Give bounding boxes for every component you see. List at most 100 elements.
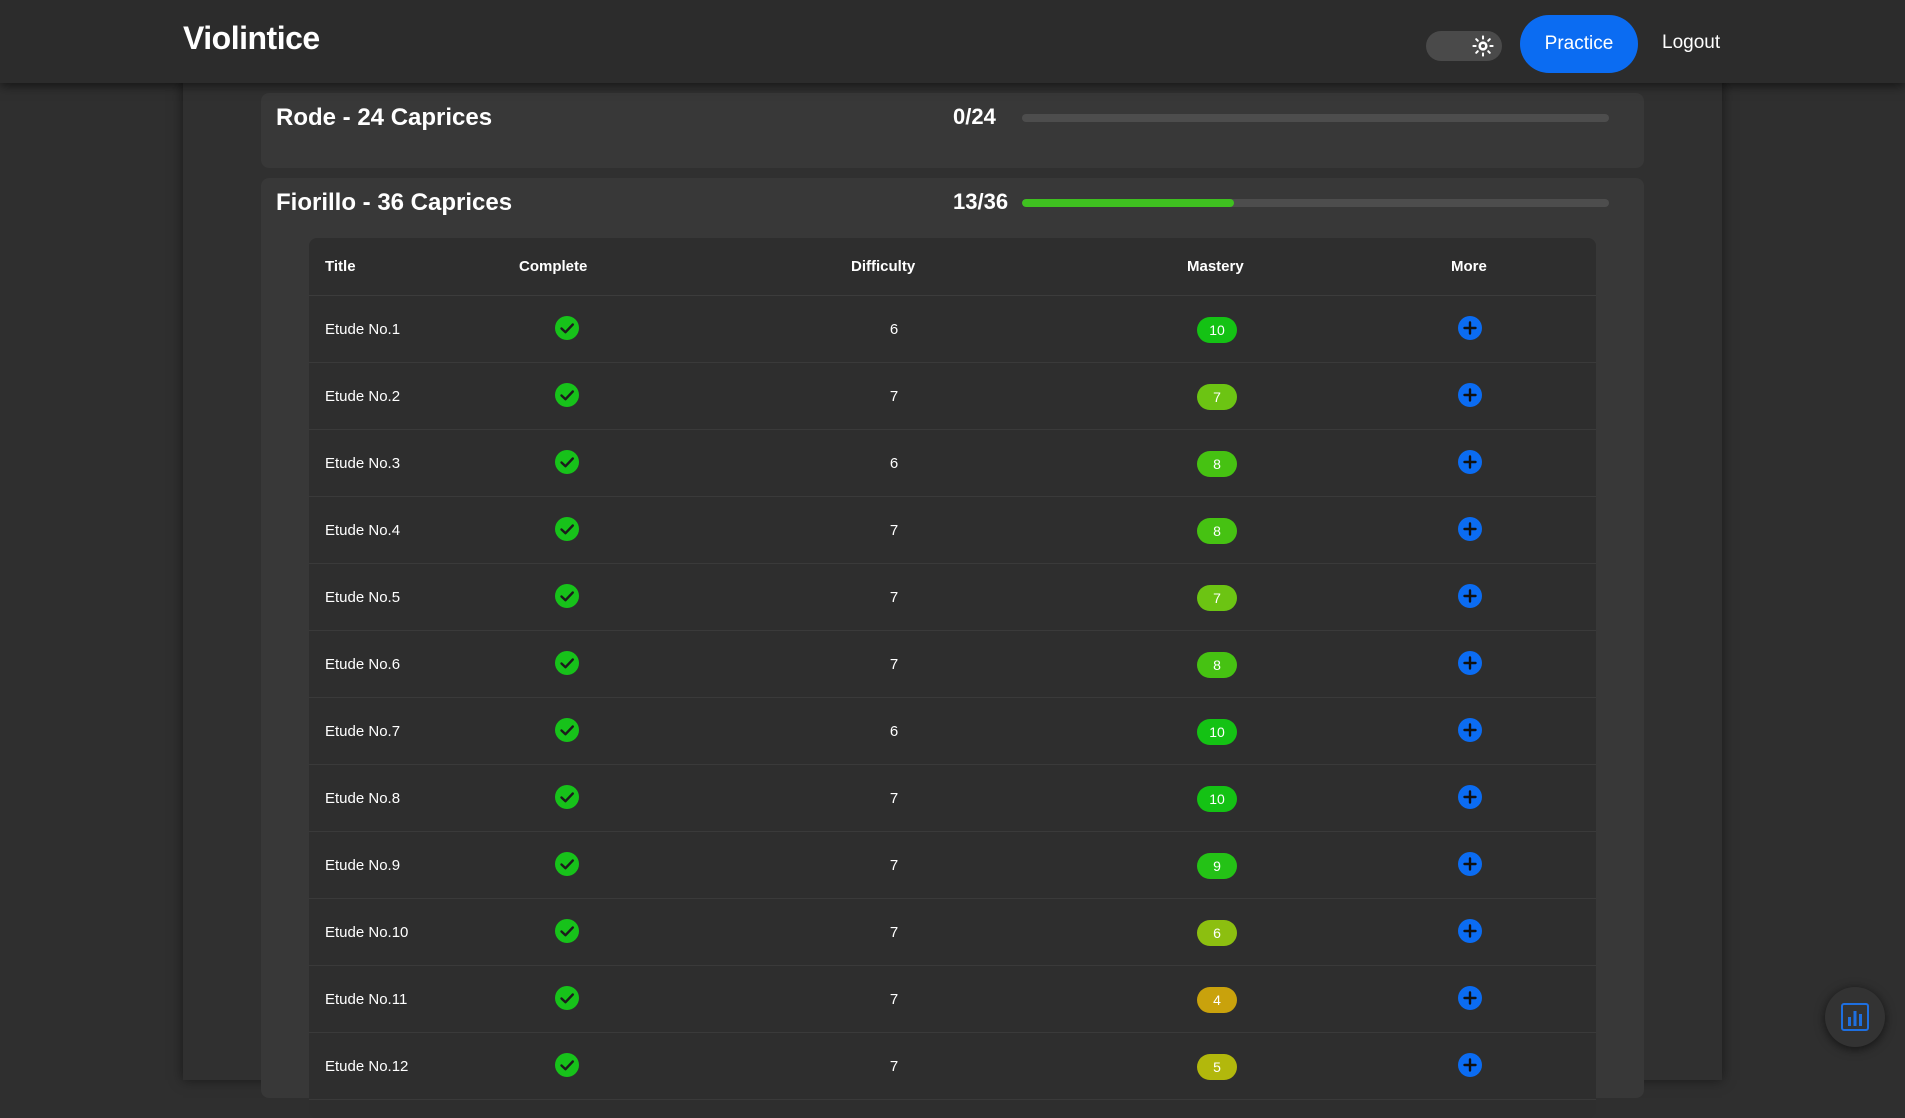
- plus-circle-icon[interactable]: [1457, 1052, 1483, 1078]
- mastery-cell: 9: [1196, 832, 1238, 899]
- table-row[interactable]: Etude No.8 7 10: [309, 765, 1596, 832]
- complete-cell: [552, 497, 582, 564]
- check-circle-icon: [555, 650, 579, 675]
- plus-circle-icon[interactable]: [1457, 449, 1483, 475]
- complete-cell: [552, 564, 582, 631]
- check-circle-icon: [555, 516, 579, 541]
- table-row[interactable]: Etude No.3 6 8: [309, 430, 1596, 497]
- difficulty-value: 7: [889, 857, 899, 874]
- check-circle-icon: [555, 315, 579, 340]
- mastery-badge: 10: [1197, 718, 1237, 745]
- difficulty-value: 7: [889, 1058, 899, 1075]
- more-cell: [1455, 296, 1485, 363]
- difficulty-value: 7: [889, 790, 899, 807]
- top-navbar: Violintice Practice Logout: [0, 0, 1905, 83]
- mastery-badge: 8: [1197, 651, 1237, 678]
- practice-button[interactable]: Practice: [1520, 15, 1638, 73]
- table-row[interactable]: Etude No.7 6 10: [309, 698, 1596, 765]
- etude-title: Etude No.1: [325, 321, 401, 338]
- course-card-rode[interactable]: Rode - 24 Caprices 0/24: [261, 93, 1644, 168]
- complete-cell: [552, 363, 582, 430]
- etude-title: Etude No.3: [325, 455, 401, 472]
- course-progress-bar: [1022, 114, 1609, 122]
- mastery-badge: 8: [1197, 517, 1237, 544]
- complete-cell: [552, 765, 582, 832]
- course-card-fiorillo[interactable]: Fiorillo - 36 Caprices 13/36 Title Compl…: [261, 178, 1644, 1118]
- difficulty-value: 7: [889, 388, 899, 405]
- table-row[interactable]: Etude No.12 7 5: [309, 1033, 1596, 1100]
- mastery-badge: 8: [1197, 450, 1237, 477]
- etude-title: Etude No.5: [325, 589, 401, 606]
- bar-chart-icon: [1841, 1003, 1869, 1031]
- more-cell: [1455, 631, 1485, 698]
- check-circle-icon: [555, 583, 579, 608]
- etude-title: Etude No.7: [325, 723, 401, 740]
- check-circle-icon: [555, 449, 579, 474]
- check-circle-icon: [555, 784, 579, 809]
- more-cell: [1455, 430, 1485, 497]
- difficulty-value: 7: [889, 991, 899, 1008]
- difficulty-value: 7: [889, 522, 899, 539]
- plus-circle-icon[interactable]: [1457, 650, 1483, 676]
- mastery-cell: 8: [1196, 497, 1238, 564]
- difficulty-value: 6: [889, 723, 899, 740]
- more-cell: [1455, 363, 1485, 430]
- check-circle-icon: [555, 1052, 579, 1077]
- mastery-badge: 10: [1197, 785, 1237, 812]
- logout-link[interactable]: Logout: [1662, 32, 1720, 54]
- difficulty-value: 7: [889, 924, 899, 941]
- mastery-badge: 10: [1197, 316, 1237, 343]
- difficulty-value: 6: [889, 321, 899, 338]
- more-cell: [1455, 698, 1485, 765]
- table-row[interactable]: Etude No.2 7 7: [309, 363, 1596, 430]
- difficulty-value: 7: [889, 656, 899, 673]
- complete-cell: [552, 698, 582, 765]
- plus-circle-icon[interactable]: [1457, 851, 1483, 877]
- table-row[interactable]: Etude No.11 7 4: [309, 966, 1596, 1033]
- plus-circle-icon[interactable]: [1457, 985, 1483, 1011]
- course-progress-bar: [1022, 199, 1609, 207]
- theme-toggle[interactable]: [1426, 31, 1502, 61]
- plus-circle-icon[interactable]: [1457, 315, 1483, 341]
- complete-cell: [552, 966, 582, 1033]
- plus-circle-icon[interactable]: [1457, 382, 1483, 408]
- check-circle-icon: [555, 918, 579, 943]
- plus-circle-icon[interactable]: [1457, 516, 1483, 542]
- plus-circle-icon[interactable]: [1457, 583, 1483, 609]
- plus-circle-icon[interactable]: [1457, 717, 1483, 743]
- mastery-cell: 10: [1196, 765, 1238, 832]
- mastery-cell: 10: [1196, 296, 1238, 363]
- mastery-cell: 4: [1196, 966, 1238, 1033]
- header-complete: Complete: [519, 258, 588, 275]
- table-row[interactable]: Etude No.5 7 7: [309, 564, 1596, 631]
- table-row[interactable]: Etude No.1 6 10: [309, 296, 1596, 363]
- mastery-cell: 10: [1196, 698, 1238, 765]
- check-circle-icon: [555, 717, 579, 742]
- mastery-badge: 7: [1197, 584, 1237, 611]
- more-cell: [1455, 832, 1485, 899]
- course-title: Fiorillo - 36 Caprices: [276, 189, 513, 216]
- mastery-cell: 8: [1196, 631, 1238, 698]
- more-cell: [1455, 966, 1485, 1033]
- course-progress-count: 13/36: [953, 189, 1009, 214]
- mastery-badge: 6: [1197, 919, 1237, 946]
- plus-circle-icon[interactable]: [1457, 918, 1483, 944]
- table-row[interactable]: Etude No.4 7 8: [309, 497, 1596, 564]
- etude-title: Etude No.6: [325, 656, 401, 673]
- complete-cell: [552, 631, 582, 698]
- difficulty-value: 6: [889, 455, 899, 472]
- table-row[interactable]: Etude No.9 7 9: [309, 832, 1596, 899]
- table-row[interactable]: Etude No.6 7 8: [309, 631, 1596, 698]
- plus-circle-icon[interactable]: [1457, 784, 1483, 810]
- course-title: Rode - 24 Caprices: [276, 104, 493, 131]
- stats-button[interactable]: [1825, 987, 1885, 1047]
- brand-logo[interactable]: Violintice: [183, 20, 320, 57]
- etude-title: Etude No.12: [325, 1058, 409, 1075]
- complete-cell: [552, 296, 582, 363]
- mastery-cell: 7: [1196, 363, 1238, 430]
- more-cell: [1455, 564, 1485, 631]
- check-circle-icon: [555, 985, 579, 1010]
- table-row[interactable]: Etude No.10 7 6: [309, 899, 1596, 966]
- etude-title: Etude No.9: [325, 857, 401, 874]
- table-body: Etude No.1 6 10 Etude No.2 7 7 Etude No.…: [309, 296, 1596, 1100]
